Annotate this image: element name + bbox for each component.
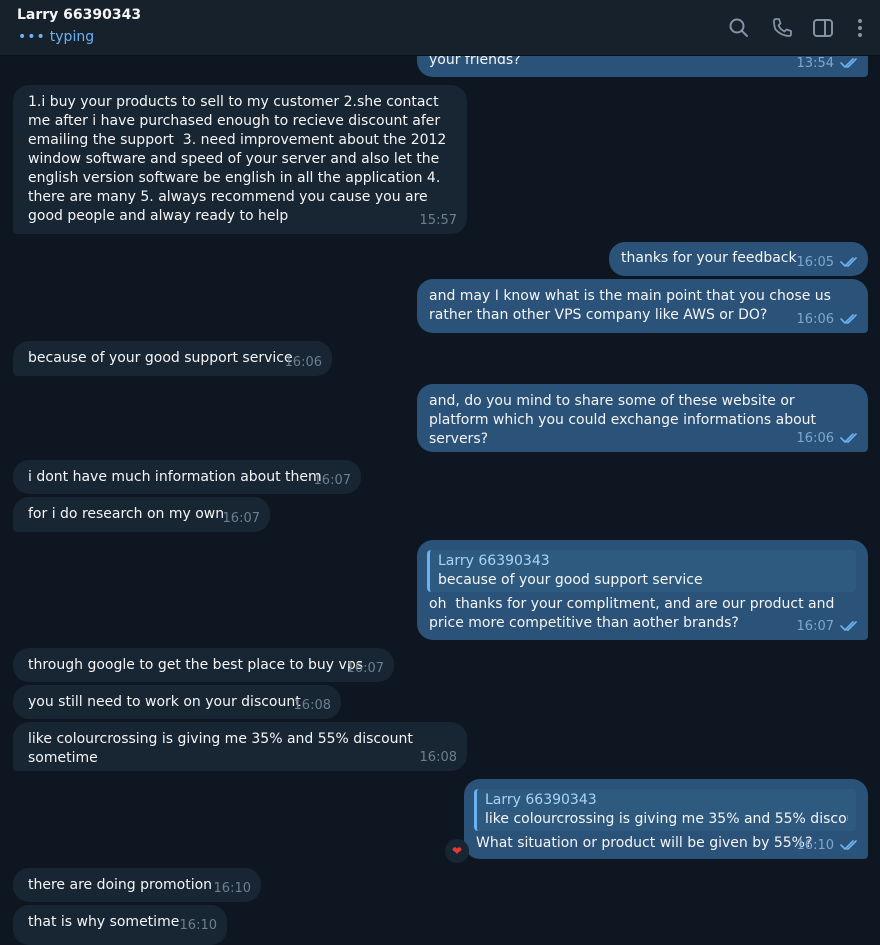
double-check-icon bbox=[840, 433, 857, 443]
reply-text: because of your good support service bbox=[438, 572, 703, 588]
double-check-icon bbox=[840, 621, 857, 631]
message-text: and may I know what is the main point th… bbox=[429, 288, 836, 323]
message-time: 16:08 bbox=[293, 698, 331, 713]
double-check-icon bbox=[840, 257, 857, 267]
message-time: 16:10 bbox=[179, 918, 217, 933]
message-incoming[interactable]: that is why sometime 16:10 bbox=[13, 905, 227, 945]
message-incoming[interactable]: you still need to work on your discount … bbox=[13, 685, 341, 719]
typing-dots: ••• bbox=[18, 29, 46, 45]
message-text: oh thanks for your complitment, and are … bbox=[429, 596, 839, 631]
message-time: 15:57 bbox=[419, 213, 457, 228]
double-check-icon bbox=[840, 58, 857, 68]
message-text: 1.i buy your products to sell to my cust… bbox=[28, 94, 451, 224]
message-incoming[interactable]: 1.i buy your products to sell to my cust… bbox=[13, 85, 467, 234]
message-incoming[interactable]: there are doing promotion 16:10 bbox=[13, 868, 261, 902]
message-outgoing-reply[interactable]: Larry 66390343 like colourcrossing is gi… bbox=[464, 779, 868, 859]
message-time: 13:54 bbox=[797, 56, 860, 72]
message-incoming[interactable]: for i do research on my own 16:07 bbox=[13, 497, 270, 532]
reply-author: Larry 66390343 bbox=[438, 553, 550, 569]
sidebar-toggle-icon[interactable] bbox=[810, 15, 836, 41]
message-incoming[interactable]: like colourcrossing is giving me 35% and… bbox=[13, 722, 467, 771]
message-text: like colourcrossing is giving me 35% and… bbox=[28, 731, 418, 766]
reply-quote[interactable]: Larry 66390343 like colourcrossing is gi… bbox=[474, 789, 856, 831]
message-outgoing[interactable]: and may I know what is the main point th… bbox=[417, 279, 868, 333]
message-time: 16:06 bbox=[284, 355, 322, 370]
chat-header: Larry 66390343 ••• typing bbox=[0, 0, 880, 56]
message-time: 16:06 bbox=[797, 312, 860, 328]
typing-label: typing bbox=[49, 29, 95, 45]
message-time: 16:07 bbox=[346, 661, 384, 676]
phone-icon[interactable] bbox=[769, 15, 795, 41]
message-text: What situation or product will be given … bbox=[476, 835, 813, 851]
message-time: 16:06 bbox=[797, 431, 860, 447]
message-text: and, do you mind to share some of these … bbox=[429, 393, 821, 447]
reply-author: Larry 66390343 bbox=[485, 792, 597, 808]
message-text: you still need to work on your discount bbox=[28, 694, 301, 710]
double-check-icon bbox=[840, 840, 857, 850]
message-text: i dont have much information about them bbox=[28, 469, 322, 485]
message-time: 16:05 bbox=[797, 255, 860, 271]
message-time: 16:07 bbox=[797, 619, 860, 635]
message-time: 16:10 bbox=[797, 838, 860, 854]
more-vertical-icon[interactable] bbox=[847, 15, 873, 41]
message-incoming[interactable]: i dont have much information about them … bbox=[13, 460, 361, 494]
double-check-icon bbox=[840, 314, 857, 324]
chat-title[interactable]: Larry 66390343 bbox=[17, 7, 141, 23]
message-outgoing[interactable]: and, do you mind to share some of these … bbox=[417, 384, 868, 452]
message-outgoing[interactable]: thanks for your feedback 16:05 bbox=[609, 242, 868, 276]
message-incoming[interactable]: through google to get the best place to … bbox=[13, 648, 394, 682]
message-incoming[interactable]: because of your good support service 16:… bbox=[13, 341, 332, 376]
heart-reaction-icon[interactable]: ❤ bbox=[445, 839, 469, 863]
message-outgoing-reply[interactable]: Larry 66390343 because of your good supp… bbox=[417, 540, 868, 640]
message-text: through google to get the best place to … bbox=[28, 657, 364, 673]
reply-text: like colourcrossing is giving me 35% and… bbox=[485, 811, 848, 827]
reply-quote[interactable]: Larry 66390343 because of your good supp… bbox=[427, 550, 856, 592]
message-time: 16:10 bbox=[213, 881, 251, 896]
message-time: 16:07 bbox=[313, 473, 351, 488]
search-icon[interactable] bbox=[726, 15, 752, 41]
message-text: because of your good support service bbox=[28, 350, 293, 366]
typing-status: ••• typing bbox=[18, 29, 94, 45]
message-time: 16:07 bbox=[222, 511, 260, 526]
message-time: 16:08 bbox=[419, 750, 457, 765]
